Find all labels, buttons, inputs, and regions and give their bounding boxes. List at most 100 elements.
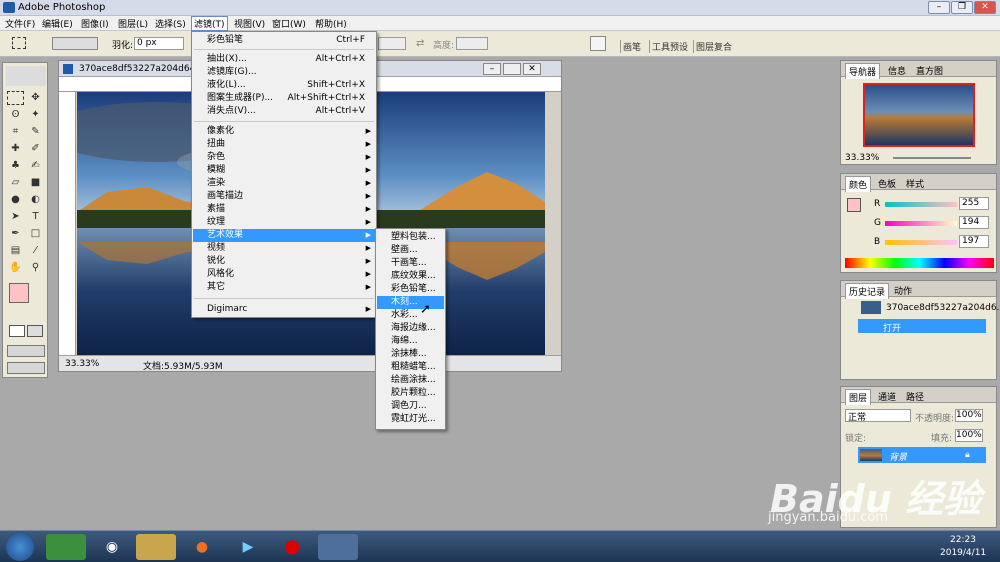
path-select-icon[interactable]: ➤ [7, 210, 24, 224]
submenu-item[interactable]: 海绵... [377, 335, 444, 348]
marquee-tool-icon[interactable] [7, 91, 24, 105]
navigator-thumbnail[interactable] [863, 83, 975, 147]
menu-help[interactable]: 帮助(H) [315, 17, 347, 30]
minimize-button[interactable]: – [928, 1, 950, 14]
navigator-zoom-slider[interactable] [893, 157, 971, 159]
file-browser-icon[interactable] [590, 36, 606, 51]
tab-styles[interactable]: 样式 [903, 176, 927, 191]
taskbar-app-360-icon[interactable] [46, 534, 86, 560]
submenu-item[interactable]: 水彩... [377, 309, 444, 322]
submenu-item[interactable]: 底纹效果... [377, 270, 444, 283]
submenu-item[interactable]: 海报边缘... [377, 322, 444, 335]
tab-channels[interactable]: 通道 [875, 389, 899, 404]
g-slider[interactable] [885, 221, 957, 226]
height-field[interactable] [456, 37, 488, 50]
dodge-tool-icon[interactable]: ◐ [27, 193, 44, 207]
taskbar-record-icon[interactable]: ⬤ [272, 534, 312, 560]
r-value[interactable]: 255 [959, 197, 989, 210]
menu-select[interactable]: 选择(S) [155, 17, 186, 30]
menu-item-texture[interactable]: 纹理 ▶ [193, 216, 375, 229]
menu-item-brush-strokes[interactable]: 画笔描边 ▶ [193, 190, 375, 203]
magic-wand-icon[interactable]: ✦ [27, 108, 44, 122]
opacity-input[interactable]: 100% [955, 409, 983, 422]
shape-tool-icon[interactable]: □ [27, 227, 44, 241]
width-field[interactable] [378, 37, 406, 50]
doc-info[interactable]: 文档:5.93M/5.93M [143, 359, 223, 372]
color-fg-swatch[interactable] [847, 198, 861, 212]
doc-zoom[interactable]: 33.33% [65, 359, 99, 369]
submenu-item[interactable]: 调色刀... [377, 400, 444, 413]
menu-item-sharpen[interactable]: 锐化 ▶ [193, 255, 375, 268]
pen-tool-icon[interactable]: ✒ [7, 227, 24, 241]
tab-layer-comps[interactable]: 图层复合 [693, 40, 732, 53]
move-tool-icon[interactable]: ✥ [27, 91, 44, 105]
menu-item-last-filter[interactable]: 彩色铅笔 Ctrl+F [193, 34, 375, 47]
submenu-item[interactable]: 涂抹棒... [377, 348, 444, 361]
b-slider[interactable] [885, 240, 957, 245]
submenu-item[interactable]: 干画笔... [377, 257, 444, 270]
menu-item-sketch[interactable]: 素描 ▶ [193, 203, 375, 216]
fill-input[interactable]: 100% [955, 429, 983, 442]
tab-info[interactable]: 信息 [885, 63, 909, 78]
swap-icon[interactable]: ⇄ [416, 38, 424, 49]
g-value[interactable]: 194 [959, 216, 989, 229]
healing-brush-icon[interactable]: ✚ [7, 142, 24, 156]
stamp-tool-icon[interactable]: ♣ [7, 159, 24, 173]
menu-filter[interactable]: 滤镜(T) [191, 16, 228, 31]
taskbar-media-icon[interactable]: ▶ [228, 534, 268, 560]
submenu-item[interactable]: 塑料包装... [377, 231, 444, 244]
menu-item-liquify[interactable]: 液化(L)... Shift+Ctrl+X [193, 79, 375, 92]
menu-item-render[interactable]: 渲染 ▶ [193, 177, 375, 190]
submenu-item[interactable]: 粗糙蜡笔... [377, 361, 444, 374]
menu-item-other[interactable]: 其它 ▶ [193, 281, 375, 294]
submenu-item[interactable]: 彩色铅笔... [377, 283, 444, 296]
menu-item-filter-gallery[interactable]: 滤镜库(G)... [193, 66, 375, 79]
menu-window[interactable]: 窗口(W) [272, 17, 306, 30]
notes-tool-icon[interactable]: ▤ [7, 244, 24, 258]
history-snapshot-label[interactable]: 370ace8df53227a204d6... [886, 303, 1000, 313]
menu-item-pixelate[interactable]: 像素化 ▶ [193, 125, 375, 138]
doc-minimize-button[interactable]: – [483, 63, 501, 75]
menu-item-video[interactable]: 视频 ▶ [193, 242, 375, 255]
menu-view[interactable]: 视图(V) [234, 17, 265, 30]
navigator-zoom[interactable]: 33.33% [845, 153, 879, 163]
crop-tool-icon[interactable]: ⌗ [7, 125, 24, 139]
slice-tool-icon[interactable]: ✎ [27, 125, 44, 139]
blend-mode-select[interactable]: 正常 [845, 409, 911, 423]
zoom-tool-icon[interactable]: ⚲ [27, 261, 44, 275]
menu-item-blur[interactable]: 模糊 ▶ [193, 164, 375, 177]
tab-navigator[interactable]: 导航器 [845, 63, 881, 79]
doc-close-button[interactable]: ✕ [523, 63, 541, 75]
restore-button[interactable]: ❐ [951, 1, 973, 14]
tab-color[interactable]: 颜色 [845, 176, 872, 192]
taskbar-qq-icon[interactable]: ◉ [92, 534, 132, 560]
tab-tool-presets[interactable]: 工具预设 [649, 40, 688, 53]
submenu-item[interactable]: 绘画涂抹... [377, 374, 444, 387]
standard-mode-icon[interactable] [9, 325, 25, 337]
clock-date[interactable]: 2019/4/11 [940, 548, 986, 558]
brush-tool-icon[interactable]: ✐ [27, 142, 44, 156]
menu-item-noise[interactable]: 杂色 ▶ [193, 151, 375, 164]
history-brush-icon[interactable]: ✍ [27, 159, 44, 173]
submenu-item-cutout[interactable]: 木刻... [377, 296, 444, 309]
taskbar-firefox-icon[interactable]: ● [182, 534, 222, 560]
submenu-item[interactable]: 壁画... [377, 244, 444, 257]
menu-item-stylize[interactable]: 风格化 ▶ [193, 268, 375, 281]
submenu-item[interactable]: 胶片颗粒... [377, 387, 444, 400]
tab-paths[interactable]: 路径 [903, 389, 927, 404]
b-value[interactable]: 197 [959, 235, 989, 248]
screen-mode-icons[interactable] [7, 345, 45, 357]
menu-edit[interactable]: 编辑(E) [42, 17, 73, 30]
foreground-color-swatch[interactable] [9, 283, 29, 303]
eraser-tool-icon[interactable]: ▱ [7, 176, 24, 190]
menu-item-extract[interactable]: 抽出(X)... Alt+Ctrl+X [193, 53, 375, 66]
feather-input[interactable]: 0 px [134, 37, 184, 50]
tab-swatches[interactable]: 色板 [875, 176, 899, 191]
hand-tool-icon[interactable]: ✋ [7, 261, 24, 275]
menu-item-digimarc[interactable]: Digimarc ▶ [193, 303, 375, 316]
type-tool-icon[interactable]: T [27, 210, 44, 224]
submenu-item[interactable]: 霓虹灯光... [377, 413, 444, 426]
history-step-row[interactable] [858, 319, 986, 333]
lasso-tool-icon[interactable]: ʘ [7, 108, 24, 122]
imageready-icon[interactable] [7, 362, 45, 374]
